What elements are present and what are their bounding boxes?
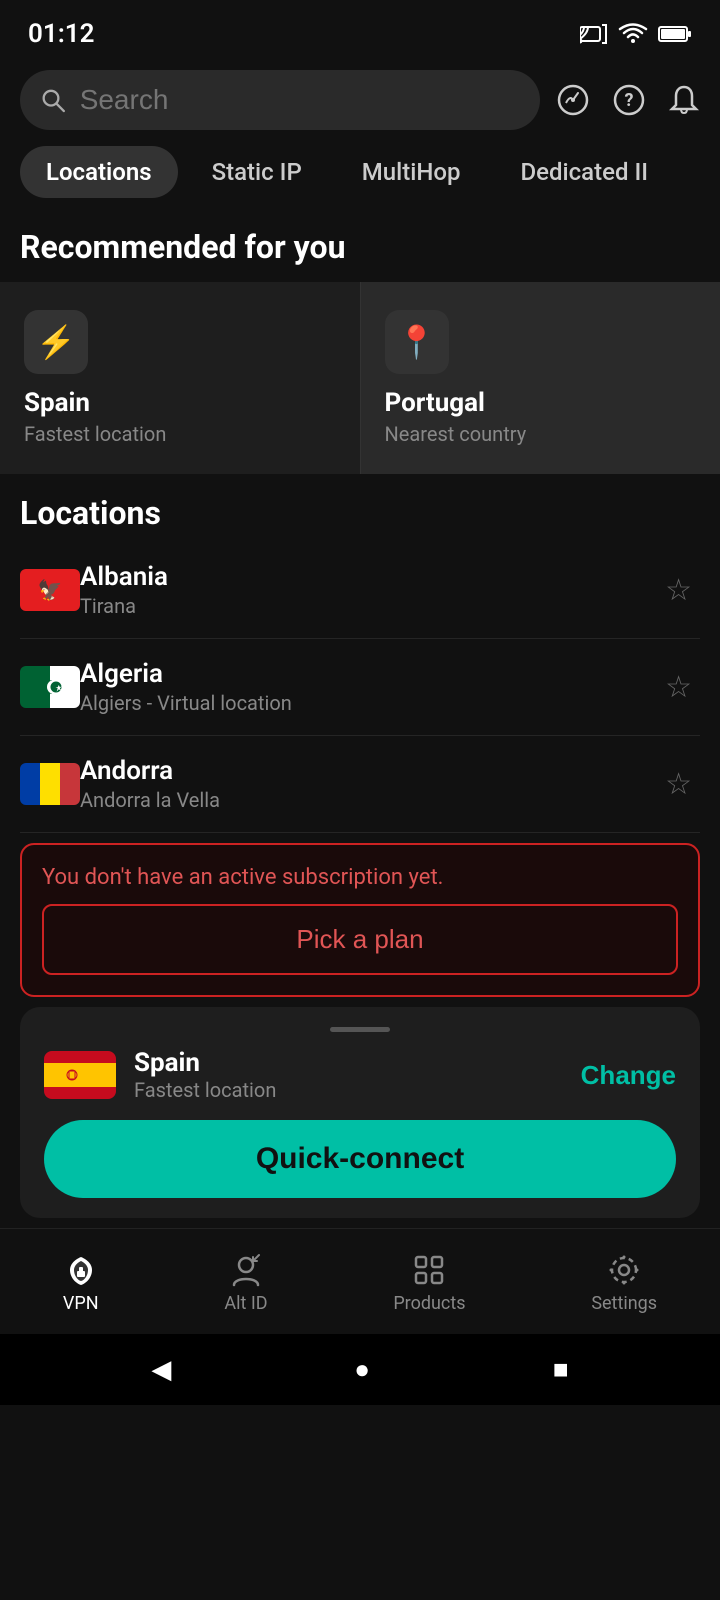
bell-icon[interactable] (668, 83, 700, 117)
speed-icon[interactable] (556, 83, 590, 117)
favorite-albania[interactable]: ☆ (657, 565, 700, 616)
search-icon (40, 86, 66, 114)
rec-card-portugal-icon: 📍 (385, 310, 449, 374)
location-city-algeria: Algiers - Virtual location (80, 691, 657, 715)
recommended-cards: ⚡ Spain Fastest location 📍 Portugal Near… (0, 282, 720, 474)
rec-card-portugal-subtitle: Nearest country (385, 422, 697, 446)
location-item-albania[interactable]: 🦅 Albania Tirana ☆ (20, 542, 700, 639)
rec-card-portugal[interactable]: 📍 Portugal Nearest country (361, 282, 720, 474)
bottom-nav: VPN Alt ID Products Settings (0, 1228, 720, 1334)
android-home-button[interactable]: ● (354, 1354, 370, 1385)
svg-text:🦅: 🦅 (38, 578, 63, 602)
rec-card-portugal-country: Portugal (385, 388, 697, 418)
nav-item-vpn[interactable]: VPN (43, 1245, 119, 1322)
search-action-icons: ? (556, 83, 700, 117)
search-input-wrapper[interactable] (20, 70, 540, 130)
subscription-banner: You don't have an active subscription ye… (20, 843, 700, 997)
recommended-section: Recommended for you ⚡ Spain Fastest loca… (0, 218, 720, 474)
nav-item-products[interactable]: Products (373, 1245, 485, 1322)
nav-label-settings: Settings (591, 1293, 657, 1314)
favorite-algeria[interactable]: ☆ (657, 662, 700, 713)
rec-card-spain-country: Spain (24, 388, 336, 418)
nav-label-products: Products (393, 1293, 465, 1314)
flag-algeria (20, 666, 80, 708)
connection-panel: Spain Fastest location Change Quick-conn… (20, 1007, 700, 1218)
nav-label-alt-id: Alt ID (224, 1293, 267, 1314)
android-nav: ◀ ● ■ (0, 1334, 720, 1405)
locations-title: Locations (20, 494, 700, 532)
status-icons (580, 23, 692, 45)
tab-locations[interactable]: Locations (20, 146, 178, 198)
android-back-button[interactable]: ◀ (151, 1355, 171, 1385)
change-location-button[interactable]: Change (581, 1060, 676, 1091)
alt-id-icon (229, 1253, 263, 1287)
location-name-albania: Albania (80, 562, 657, 592)
vpn-icon (64, 1253, 98, 1287)
rec-card-spain[interactable]: ⚡ Spain Fastest location (0, 282, 361, 474)
panel-location-row: Spain Fastest location Change (44, 1048, 676, 1102)
tab-multihop[interactable]: MultiHop (336, 146, 487, 198)
tab-static-ip[interactable]: Static IP (186, 146, 328, 198)
settings-icon (607, 1253, 641, 1287)
locations-section: Locations 🦅 Albania Tirana ☆ Algeria Alg… (0, 474, 720, 833)
wifi-icon (618, 23, 648, 45)
flag-albania: 🦅 (20, 569, 80, 611)
cast-icon (580, 23, 608, 45)
panel-flag-spain (44, 1051, 116, 1099)
location-name-algeria: Algeria (80, 659, 657, 689)
quick-connect-button[interactable]: Quick-connect (44, 1120, 676, 1198)
search-input[interactable] (80, 84, 520, 116)
products-icon (412, 1253, 446, 1287)
battery-icon (658, 25, 692, 43)
tab-bar: Locations Static IP MultiHop Dedicated I… (0, 146, 720, 198)
location-city-albania: Tirana (80, 594, 657, 618)
status-time: 01:12 (28, 19, 95, 49)
android-recent-button[interactable]: ■ (553, 1354, 569, 1385)
recommended-title: Recommended for you (0, 218, 720, 282)
search-bar: ? (20, 70, 700, 130)
location-item-algeria[interactable]: Algeria Algiers - Virtual location ☆ (20, 639, 700, 736)
help-icon[interactable]: ? (612, 83, 646, 117)
nav-item-settings[interactable]: Settings (571, 1245, 677, 1322)
nav-item-alt-id[interactable]: Alt ID (204, 1245, 287, 1322)
pick-plan-button[interactable]: Pick a plan (42, 904, 678, 975)
location-name-andorra: Andorra (80, 756, 657, 786)
drag-handle (330, 1027, 390, 1032)
tab-dedicated[interactable]: Dedicated II (494, 146, 674, 198)
location-city-andorra: Andorra la Vella (80, 788, 657, 812)
panel-subtitle: Fastest location (134, 1078, 581, 1102)
favorite-andorra[interactable]: ☆ (657, 759, 700, 810)
rec-card-spain-subtitle: Fastest location (24, 422, 336, 446)
panel-country: Spain (134, 1048, 581, 1078)
nav-label-vpn: VPN (63, 1293, 99, 1314)
flag-andorra (20, 763, 80, 805)
svg-text:?: ? (625, 90, 634, 111)
rec-card-spain-icon: ⚡ (24, 310, 88, 374)
subscription-message: You don't have an active subscription ye… (42, 865, 678, 890)
status-bar: 01:12 (0, 0, 720, 60)
location-item-andorra[interactable]: Andorra Andorra la Vella ☆ (20, 736, 700, 833)
